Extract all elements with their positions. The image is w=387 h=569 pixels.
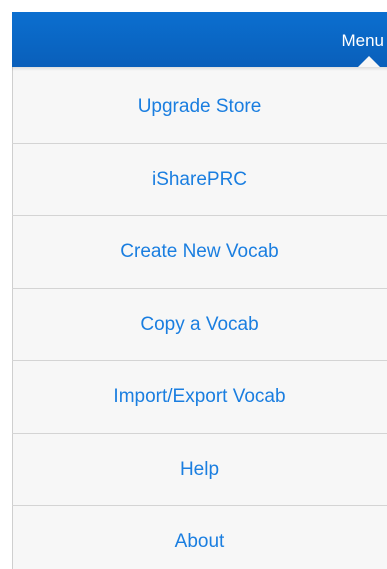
screen: Menu Upgrade Store iSharePRC Create New … (0, 0, 387, 569)
menu-button[interactable]: Menu (338, 29, 387, 53)
menu-item-about[interactable]: About (12, 506, 387, 569)
menu-item-create-new-vocab[interactable]: Create New Vocab (12, 216, 387, 289)
menu-item-import-export-vocab[interactable]: Import/Export Vocab (12, 361, 387, 434)
navigation-bar: Menu (12, 12, 387, 67)
top-margin (0, 0, 387, 12)
menu-item-copy-a-vocab[interactable]: Copy a Vocab (12, 289, 387, 361)
popover-arrow (358, 56, 380, 67)
menu-item-upgrade-store[interactable]: Upgrade Store (12, 71, 387, 144)
menu-item-ishareprc[interactable]: iSharePRC (12, 144, 387, 216)
menu-item-help[interactable]: Help (12, 434, 387, 506)
left-edge (0, 12, 12, 569)
menu-list: Upgrade Store iSharePRC Create New Vocab… (12, 71, 387, 569)
